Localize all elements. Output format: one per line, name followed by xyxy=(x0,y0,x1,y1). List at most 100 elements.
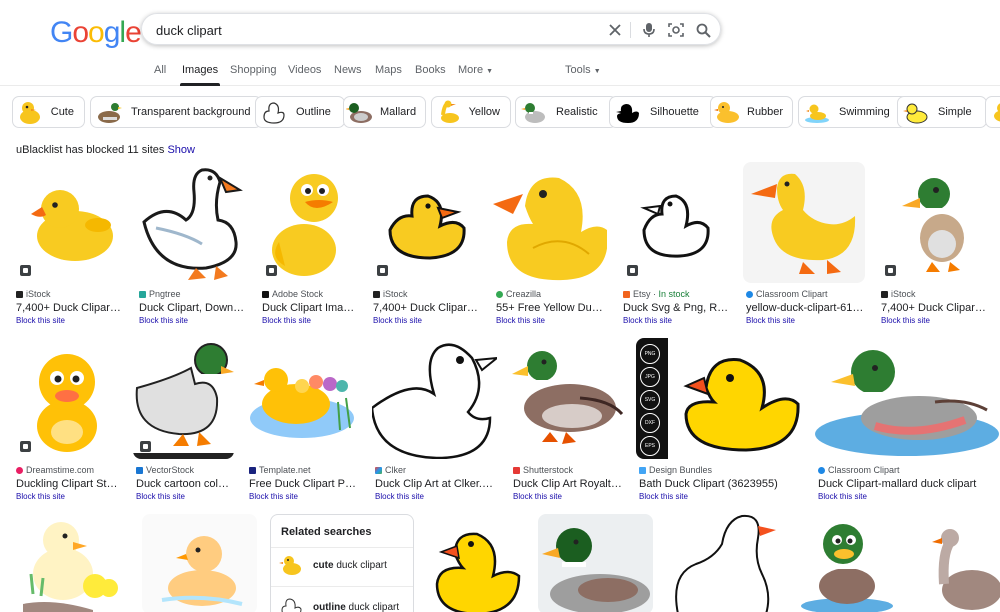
tab-books[interactable]: Books xyxy=(415,64,446,76)
chip-silhouette[interactable]: Silhouette xyxy=(609,96,717,128)
block-site-link[interactable]: Block this site xyxy=(623,316,672,325)
block-site-link[interactable]: Block this site xyxy=(881,316,930,325)
chip-outline[interactable]: Outline xyxy=(255,96,345,128)
result-title[interactable]: 55+ Free Yellow Duck ... xyxy=(496,302,607,314)
chip-mallard[interactable]: Mallard xyxy=(343,96,426,128)
result-image[interactable] xyxy=(136,162,246,283)
result-title[interactable]: 7,400+ Duck Clipart ... xyxy=(881,302,988,314)
result-image[interactable] xyxy=(789,514,903,612)
result-image[interactable] xyxy=(13,514,129,612)
chip-simple[interactable]: Simple xyxy=(897,96,987,128)
block-site-link[interactable]: Block this site xyxy=(818,492,867,501)
result-title[interactable]: Free Duck Clipart PN... xyxy=(249,478,359,490)
result-source: Creazilla xyxy=(496,289,541,299)
mic-icon[interactable] xyxy=(638,19,660,41)
favicon-icon xyxy=(249,466,256,474)
result-image[interactable] xyxy=(916,514,1000,612)
license-icon xyxy=(139,440,152,453)
tab-all[interactable]: All xyxy=(154,64,166,76)
google-logo[interactable]: Google xyxy=(50,16,142,50)
result-image[interactable] xyxy=(427,514,525,612)
result-image[interactable] xyxy=(259,162,357,283)
block-site-link[interactable]: Block this site xyxy=(513,492,562,501)
result-image[interactable] xyxy=(815,338,1000,459)
tab-maps[interactable]: Maps xyxy=(375,64,402,76)
result-image[interactable] xyxy=(493,162,607,283)
camera-icon[interactable] xyxy=(665,19,687,41)
tab-more[interactable]: More ▼ xyxy=(458,64,493,76)
result-image[interactable]: PNG JPG SVG DXF EPS xyxy=(636,338,802,459)
result-title[interactable]: Duck Clip Art Royalty-... xyxy=(513,478,623,490)
search-icon[interactable] xyxy=(692,19,714,41)
block-site-link[interactable]: Block this site xyxy=(375,492,424,501)
related-thumbnail xyxy=(279,556,301,575)
block-site-link[interactable]: Block this site xyxy=(262,316,311,325)
result-title[interactable]: Duck Clipart Image... xyxy=(262,302,360,314)
result-image[interactable] xyxy=(142,514,257,612)
result-title[interactable]: Duck cartoon color... xyxy=(136,478,234,490)
favicon-icon xyxy=(639,466,646,474)
chip-rubber[interactable]: Rubber xyxy=(710,96,793,128)
result-image[interactable] xyxy=(372,338,497,459)
result-image[interactable] xyxy=(13,162,123,283)
result-title[interactable]: 7,400+ Duck Clipart ... xyxy=(16,302,123,314)
result-image[interactable] xyxy=(510,338,623,459)
related-search-item[interactable]: cute duck clipart xyxy=(279,553,387,577)
result-title[interactable]: Duck Clipart-mallard duck clipart xyxy=(818,478,1000,490)
chip-swimming[interactable]: Swimming xyxy=(798,96,908,128)
format-badge-jpg: JPG xyxy=(640,367,660,387)
chip-next[interactable] xyxy=(985,96,1000,128)
tab-shopping[interactable]: Shopping xyxy=(230,64,277,76)
tools-button[interactable]: Tools ▼ xyxy=(565,64,601,76)
result-image[interactable] xyxy=(620,162,730,283)
tab-videos[interactable]: Videos xyxy=(288,64,321,76)
block-site-link[interactable]: Block this site xyxy=(16,316,65,325)
result-title[interactable]: 7,400+ Duck Clipart ... xyxy=(373,302,480,314)
result-image[interactable] xyxy=(878,162,988,283)
tab-images[interactable]: Images xyxy=(179,64,221,86)
result-image[interactable] xyxy=(13,338,120,459)
related-rest: duck clipart xyxy=(333,559,387,571)
block-site-link[interactable]: Block this site xyxy=(136,492,185,501)
chip-thumbnail xyxy=(900,98,932,126)
result-image[interactable] xyxy=(133,338,234,459)
block-site-link[interactable]: Block this site xyxy=(373,316,422,325)
result-image[interactable] xyxy=(538,514,653,612)
result-image[interactable] xyxy=(666,514,776,612)
chip-cute[interactable]: Cute xyxy=(12,96,85,128)
result-title[interactable]: Duck Svg & Png, Rub... xyxy=(623,302,731,314)
result-title[interactable]: Duck Clip Art at Clker.co... xyxy=(375,478,497,490)
result-title[interactable]: Bath Duck Clipart (3623955) xyxy=(639,478,799,490)
chip-label: Swimming xyxy=(839,106,890,118)
block-site-link[interactable]: Block this site xyxy=(746,316,795,325)
show-blocked-link[interactable]: Show xyxy=(167,144,195,156)
block-site-link[interactable]: Block this site xyxy=(16,492,65,501)
source-name: iStock xyxy=(891,289,916,299)
close-icon[interactable] xyxy=(604,19,626,41)
result-title[interactable]: yellow-duck-clipart-6125... xyxy=(746,302,865,314)
caret-down-icon: ▼ xyxy=(486,68,494,75)
result-title[interactable]: Duckling Clipart Stoc... xyxy=(16,478,120,490)
favicon-icon xyxy=(375,466,382,474)
result-image[interactable] xyxy=(246,338,359,459)
format-badge-dxf: DXF xyxy=(640,413,660,433)
block-site-link[interactable]: Block this site xyxy=(139,316,188,325)
search-box[interactable] xyxy=(141,13,721,45)
result-image[interactable] xyxy=(743,162,865,283)
result-image[interactable] xyxy=(370,162,480,283)
divider xyxy=(271,547,413,548)
related-search-item[interactable]: outline duck clipart xyxy=(279,595,399,612)
block-site-link[interactable]: Block this site xyxy=(496,316,545,325)
block-site-link[interactable]: Block this site xyxy=(249,492,298,501)
tab-news[interactable]: News xyxy=(334,64,362,76)
related-searches-panel: Related searches cute duck clipart outli… xyxy=(270,514,414,612)
chip-transparent-background[interactable]: Transparent background xyxy=(90,96,262,128)
result-title[interactable]: Duck Clipart, Downlo... xyxy=(139,302,246,314)
block-site-link[interactable]: Block this site xyxy=(639,492,688,501)
chip-thumbnail xyxy=(93,98,125,126)
search-input[interactable] xyxy=(156,20,596,40)
license-icon xyxy=(884,264,897,277)
divider xyxy=(630,22,631,38)
chip-realistic[interactable]: Realistic xyxy=(515,96,617,128)
chip-yellow[interactable]: Yellow xyxy=(431,96,511,128)
